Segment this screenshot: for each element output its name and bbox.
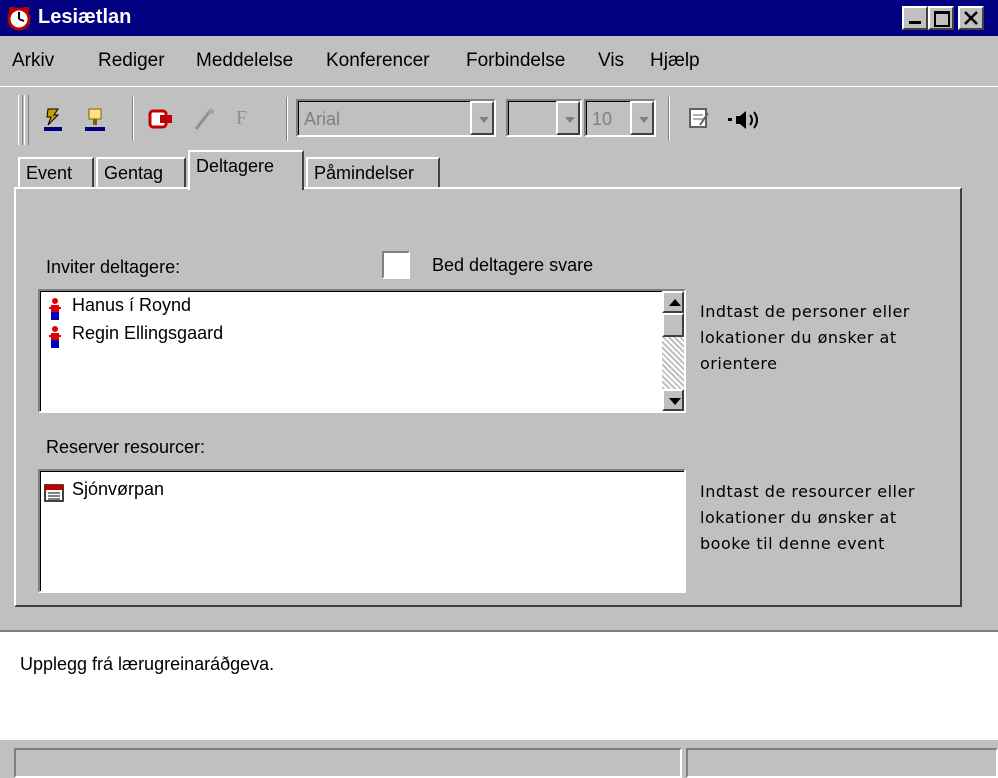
note-icon[interactable]: [686, 105, 712, 133]
tab-deltagere[interactable]: Deltagere: [188, 150, 304, 190]
magic-icon[interactable]: [190, 103, 220, 133]
scroll-down-button[interactable]: [662, 389, 684, 411]
close-icon: [964, 11, 978, 25]
tab-label: Gentag: [104, 163, 164, 183]
participants-hint: Indtast de personer eller lokationer du …: [700, 302, 910, 373]
status-pane: [14, 748, 682, 778]
toolbar-separator: [286, 97, 288, 141]
minimize-button[interactable]: [902, 6, 928, 30]
menu-arkiv[interactable]: Arkiv: [12, 50, 54, 72]
toolbar-grip[interactable]: [18, 95, 23, 145]
request-reply-checkbox[interactable]: [382, 251, 410, 279]
tab-event[interactable]: Event: [18, 157, 94, 187]
tab-panel-deltagere: Inviter deltagere: Bed deltagere svare H…: [14, 187, 962, 607]
toolbar-separator: [668, 97, 670, 141]
menu-forbindelse[interactable]: Forbindelse: [466, 50, 565, 72]
resources-list[interactable]: Sjónvørpan: [38, 469, 686, 593]
reserve-resources-label: Reserver resourcer:: [46, 437, 206, 457]
sound-icon[interactable]: [726, 107, 762, 133]
scroll-up-button[interactable]: [662, 291, 684, 313]
toolbar: F Arial 10: [0, 86, 998, 149]
print-icon[interactable]: [146, 105, 176, 135]
menu-konferencer[interactable]: Konferencer: [326, 50, 430, 72]
request-reply-label[interactable]: Bed deltagere svare: [432, 255, 593, 276]
invite-participants-label: Inviter deltagere:: [46, 257, 181, 277]
arrow-down-icon: [669, 398, 681, 405]
calendar-icon: [44, 484, 64, 502]
notes-area[interactable]: Upplegg frá lærugreinaráðgeva.: [0, 630, 998, 740]
menu-vis[interactable]: Vis: [598, 50, 624, 72]
chevron-down-icon[interactable]: [630, 101, 654, 135]
minimize-icon: [909, 21, 921, 24]
participant-name: Regin Ellingsgaard: [72, 323, 224, 343]
menu-hjaelp[interactable]: Hjælp: [650, 50, 700, 72]
participants-scrollbar[interactable]: [662, 291, 684, 411]
maximize-button[interactable]: [928, 6, 954, 30]
send-icon[interactable]: [40, 105, 66, 135]
font-name-select[interactable]: Arial: [296, 99, 496, 137]
font-size-select[interactable]: 10: [584, 99, 656, 137]
chevron-down-icon[interactable]: [470, 101, 494, 135]
notes-text[interactable]: Upplegg frá lærugreinaráðgeva.: [20, 654, 274, 675]
status-pane: [686, 748, 998, 778]
participants-list[interactable]: Hanus í Roynd Regin Ellingsgaard: [38, 289, 686, 413]
font-name-value: Arial: [304, 109, 341, 129]
menu-rediger[interactable]: Rediger: [98, 50, 165, 72]
person-icon: [49, 298, 61, 320]
status-bar: [0, 742, 998, 778]
person-icon: [49, 326, 61, 348]
menu-meddelelse[interactable]: Meddelelse: [196, 50, 293, 72]
chevron-down-icon[interactable]: [556, 101, 580, 135]
post-icon[interactable]: [82, 105, 108, 135]
resources-hint: Indtast de resourcer eller lokationer du…: [700, 482, 915, 553]
toolbar-grip[interactable]: [24, 95, 29, 145]
menu-bar: Arkiv Rediger Meddelelse Konferencer For…: [0, 50, 998, 84]
tab-label: Event: [26, 163, 73, 183]
font-style-select[interactable]: [506, 99, 582, 137]
tab-paamindelser[interactable]: Påmindelser: [306, 157, 440, 187]
maximize-icon: [934, 11, 950, 27]
title-bar[interactable]: Lesiætlan: [0, 0, 998, 36]
arrow-up-icon: [669, 299, 681, 306]
bold-icon[interactable]: F: [236, 107, 247, 130]
toolbar-separator: [132, 97, 134, 141]
resource-name: Sjónvørpan: [72, 479, 165, 499]
app-clock-icon[interactable]: [6, 5, 32, 31]
tab-label: Deltagere: [196, 156, 275, 176]
participant-name: Hanus í Roynd: [72, 295, 192, 315]
tab-gentag[interactable]: Gentag: [96, 157, 186, 187]
scroll-thumb[interactable]: [662, 313, 684, 337]
window-title: Lesiætlan: [38, 6, 132, 28]
close-button[interactable]: [958, 6, 984, 30]
tab-label: Påmindelser: [314, 163, 415, 183]
font-size-value: 10: [592, 109, 613, 129]
